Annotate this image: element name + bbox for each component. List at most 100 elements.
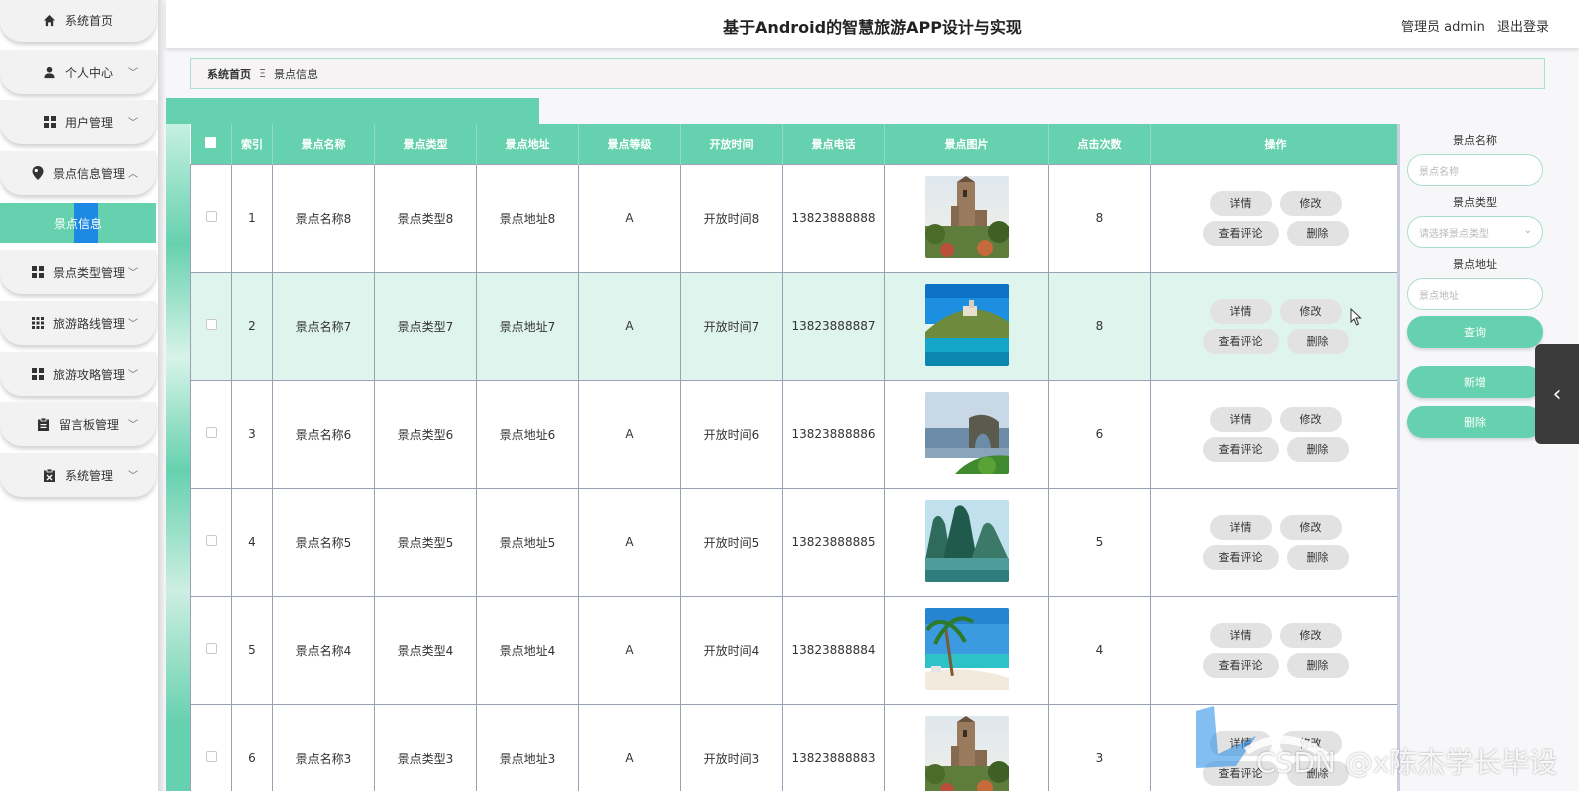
scenic-thumbnail[interactable]: [924, 715, 1009, 791]
table-border-line: [1397, 124, 1400, 791]
level-cell: A: [578, 487, 681, 597]
search-type-label: 景点类型: [1453, 196, 1497, 209]
image-cell: [884, 487, 1049, 597]
scenic-thumbnail[interactable]: [924, 607, 1009, 693]
address-cell: 景点地址3: [476, 703, 579, 791]
sidebar-item-5[interactable]: 旅游路线管理 ﹀: [0, 301, 156, 345]
detail-button[interactable]: 详情: [1209, 514, 1272, 540]
table-row[interactable]: 3 景点名称6 景点类型6 景点地址6 A 开放时间6 13823888886 6 详情 修改 查看…: [190, 379, 1400, 489]
table-row[interactable]: 2 景点名称7 景点类型7 景点地址7 A 开放时间7 13823888887 8 详情 修改 查看…: [190, 271, 1400, 381]
view-comments-button[interactable]: 查看评论: [1202, 220, 1279, 246]
view-comments-button[interactable]: 查看评论: [1202, 436, 1279, 462]
sidebar-item-0[interactable]: 系统首页: [0, 0, 156, 42]
scenic-thumbnail[interactable]: [924, 499, 1009, 585]
edit-button[interactable]: 修改: [1279, 298, 1342, 324]
query-button[interactable]: 查询: [1407, 316, 1543, 348]
row-select-cell: [190, 487, 232, 597]
settings-box-icon: [43, 468, 57, 482]
row-select-cell: [190, 595, 232, 705]
search-type-select[interactable]: 请选择景点类型 ⌄: [1407, 216, 1543, 248]
detail-button[interactable]: 详情: [1209, 406, 1272, 432]
actions-cell: 详情修改查看评论删除: [1150, 163, 1400, 273]
mouse-cursor-icon: [1350, 308, 1362, 326]
image-cell: [884, 163, 1049, 273]
address-cell: 景点地址4: [476, 595, 579, 705]
clicks-cell: 4: [1048, 595, 1151, 705]
table-row[interactable]: 1 景点名称8 景点类型8 景点地址8 A 开放时间8 13823888888 8 详情 修改 查看…: [190, 163, 1400, 273]
row-select-cell: [190, 163, 232, 273]
chevron-down-icon: ﹀: [128, 370, 138, 381]
row-checkbox[interactable]: [205, 751, 217, 762]
view-comments-button[interactable]: 查看评论: [1202, 328, 1279, 354]
row-checkbox[interactable]: [205, 535, 217, 546]
delete-button[interactable]: 删除: [1286, 436, 1349, 462]
detail-button[interactable]: 详情: [1209, 190, 1272, 216]
address-cell: 景点地址5: [476, 487, 579, 597]
address-cell: 景点地址7: [476, 271, 579, 381]
row-checkbox[interactable]: [205, 427, 217, 438]
search-address-input[interactable]: 景点地址: [1407, 278, 1543, 310]
index-cell: 1: [231, 163, 273, 273]
chevron-down-icon: ﹀: [128, 420, 138, 431]
row-checkbox[interactable]: [205, 643, 217, 654]
edit-button[interactable]: 修改: [1279, 514, 1342, 540]
table-row[interactable]: 4 景点名称5 景点类型5 景点地址5 A 开放时间5 13823888885 5 详情 修改 查看…: [190, 487, 1400, 597]
search-name-input[interactable]: 景点名称: [1407, 154, 1543, 186]
index-cell: 4: [231, 487, 273, 597]
actions-cell: 详情修改查看评论删除: [1150, 595, 1400, 705]
scenic-thumbnail[interactable]: [924, 175, 1009, 261]
clicks-cell: 8: [1048, 163, 1151, 273]
type-cell: 景点类型4: [374, 595, 477, 705]
name-cell: 景点名称8: [272, 163, 375, 273]
sidebar-subitem-scenic-info[interactable]: 景点信息: [0, 203, 156, 243]
row-select-cell: [190, 703, 232, 791]
sidebar-item-label: 留言板管理: [58, 417, 119, 432]
scenic-thumbnail[interactable]: [924, 283, 1009, 369]
row-checkbox[interactable]: [205, 211, 217, 222]
add-button[interactable]: 新增: [1407, 366, 1543, 398]
collapse-panel-tab[interactable]: ‹: [1535, 344, 1579, 444]
table-row[interactable]: 5 景点名称4 景点类型4 景点地址4 A 开放时间4 13823888884 4 详情 修改 查看…: [190, 595, 1400, 705]
sidebar-item-8[interactable]: 系统管理 ﹀: [0, 453, 156, 497]
sidebar-item-6[interactable]: 旅游攻略管理 ﹀: [0, 352, 156, 396]
sidebar-shadow: [158, 0, 166, 791]
type-cell: 景点类型5: [374, 487, 477, 597]
chevron-left-icon: ‹: [1552, 381, 1562, 407]
image-cell: [884, 271, 1049, 381]
select-all-checkbox[interactable]: [205, 136, 217, 148]
edit-button[interactable]: 修改: [1279, 622, 1342, 648]
table-header-row: 索引 景点名称 景点类型 景点地址 景点等级 开放时间 景点电话 景点图片 点击次数 操作: [190, 124, 1400, 164]
clicks-cell: 6: [1048, 379, 1151, 489]
view-comments-button[interactable]: 查看评论: [1202, 652, 1279, 678]
delete-button[interactable]: 删除: [1286, 220, 1349, 246]
breadcrumb-home[interactable]: 系统首页: [207, 66, 251, 82]
sidebar-item-7[interactable]: 留言板管理 ﹀: [0, 402, 156, 446]
name-cell: 景点名称7: [272, 271, 375, 381]
logout-link[interactable]: 退出登录: [1497, 20, 1549, 35]
level-cell: A: [578, 595, 681, 705]
delete-button[interactable]: 删除: [1286, 328, 1349, 354]
column-header: 开放时间: [680, 124, 783, 164]
breadcrumb: 系统首页 Ξ 景点信息: [190, 58, 1545, 89]
edit-button[interactable]: 修改: [1279, 190, 1342, 216]
open-time-cell: 开放时间5: [680, 487, 783, 597]
batch-delete-button[interactable]: 删除: [1407, 406, 1543, 438]
sidebar-item-3[interactable]: 景点信息管理 ︿: [0, 151, 156, 195]
delete-button[interactable]: 删除: [1286, 544, 1349, 570]
phone-cell: 13823888887: [782, 271, 885, 381]
image-cell: [884, 703, 1049, 791]
sidebar-item-4[interactable]: 景点类型管理 ﹀: [0, 250, 156, 294]
clicks-cell: 8: [1048, 271, 1151, 381]
chevron-down-icon: ﹀: [128, 268, 138, 279]
sidebar-item-2[interactable]: 用户管理 ﹀: [0, 100, 156, 144]
apps-icon: [31, 316, 45, 330]
detail-button[interactable]: 详情: [1209, 298, 1272, 324]
row-checkbox[interactable]: [205, 319, 217, 330]
view-comments-button[interactable]: 查看评论: [1202, 544, 1279, 570]
actions-cell: 详情修改查看评论删除: [1150, 271, 1400, 381]
detail-button[interactable]: 详情: [1209, 622, 1272, 648]
delete-button[interactable]: 删除: [1286, 652, 1349, 678]
edit-button[interactable]: 修改: [1279, 406, 1342, 432]
sidebar-item-1[interactable]: 个人中心 ﹀: [0, 50, 156, 94]
scenic-thumbnail[interactable]: [924, 391, 1009, 477]
